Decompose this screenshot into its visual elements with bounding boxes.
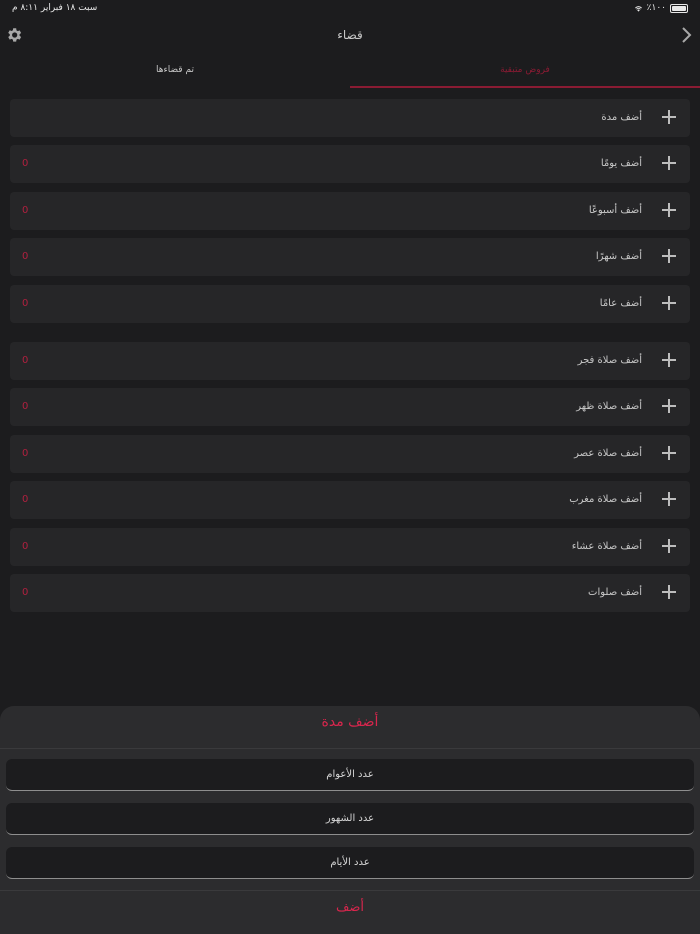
status-date: سبت ١٨ فبراير <box>40 3 98 13</box>
list-item-count: 0 <box>22 401 29 412</box>
list-item-label: أضف صلاة عصر <box>574 448 642 459</box>
list-item[interactable]: أضف أسبوعًا 0 <box>10 192 690 230</box>
list-item-count: 0 <box>22 298 29 309</box>
plus-icon <box>662 539 676 553</box>
plus-icon <box>662 296 676 310</box>
list-item-label: أضف عامًا <box>599 298 642 309</box>
plus-icon <box>662 156 676 170</box>
list-item[interactable]: أضف صلاة عصر 0 <box>10 435 690 473</box>
plus-icon <box>662 353 676 367</box>
months-field[interactable]: عدد الشهور <box>6 803 694 835</box>
tab-bar: تم قضاءها فروض متبقية <box>0 56 700 88</box>
list-item-label: أضف مدة <box>601 112 642 123</box>
status-time: ٨:١١ م <box>12 3 38 13</box>
list-item[interactable]: أضف يومًا 0 <box>10 145 690 183</box>
list-item[interactable]: أضف صلاة ظهر 0 <box>10 388 690 426</box>
list-item-count: 0 <box>22 587 29 598</box>
plus-icon <box>662 585 676 599</box>
divider <box>0 748 700 749</box>
list-item[interactable]: أضف صلوات 0 <box>10 574 690 612</box>
list-item-count: 0 <box>22 494 29 505</box>
days-field[interactable]: عدد الأيام <box>6 847 694 879</box>
list-item[interactable]: أضف عامًا 0 <box>10 285 690 323</box>
add-button[interactable]: أضف <box>0 900 700 915</box>
page-title: قضاء <box>337 28 363 42</box>
battery-icon <box>670 3 688 13</box>
tab-remaining[interactable]: فروض متبقية <box>350 56 700 88</box>
list-item-count: 0 <box>22 158 29 169</box>
plus-icon <box>662 446 676 460</box>
list-item[interactable]: أضف صلاة فجر 0 <box>10 342 690 380</box>
list-item-label: أضف يومًا <box>600 158 642 169</box>
list-item[interactable]: أضف شهرًا 0 <box>10 238 690 276</box>
list-item-label: أضف أسبوعًا <box>588 205 642 216</box>
chevron-right-icon[interactable] <box>680 26 692 44</box>
list-item[interactable]: أضف صلاة مغرب 0 <box>10 481 690 519</box>
list-item-count: 0 <box>22 251 29 262</box>
plus-icon <box>662 399 676 413</box>
wifi-icon <box>634 5 642 12</box>
list-item-count: 0 <box>22 205 29 216</box>
battery-percent: ٪١٠٠ <box>646 3 666 13</box>
list-item-label: أضف صلاة عشاء <box>571 541 642 552</box>
add-duration-sheet: أضف مدة عدد الأعوام عدد الشهور عدد الأيا… <box>0 706 700 934</box>
plus-icon <box>662 492 676 506</box>
list-item-count: 0 <box>22 448 29 459</box>
list-item-label: أضف صلاة ظهر <box>576 401 642 412</box>
list-item-label: أضف صلوات <box>588 587 642 598</box>
list-item[interactable]: أضف صلاة عشاء 0 <box>10 528 690 566</box>
list-item[interactable]: أضف مدة <box>10 99 690 137</box>
list-item-label: أضف صلاة مغرب <box>569 494 642 505</box>
plus-icon <box>662 203 676 217</box>
divider <box>0 890 700 891</box>
list-item-label: أضف شهرًا <box>595 251 642 262</box>
plus-icon <box>662 249 676 263</box>
list-item-label: أضف صلاة فجر <box>577 355 642 366</box>
status-bar: سبت ١٨ فبراير ٨:١١ م ٪١٠٠ <box>0 0 700 18</box>
sheet-title: أضف مدة <box>321 714 379 730</box>
list-item-count: 0 <box>22 355 29 366</box>
tab-completed[interactable]: تم قضاءها <box>0 56 350 88</box>
plus-icon <box>662 110 676 124</box>
years-field[interactable]: عدد الأعوام <box>6 759 694 791</box>
list-item-count: 0 <box>22 541 29 552</box>
nav-bar: قضاء <box>0 18 700 54</box>
